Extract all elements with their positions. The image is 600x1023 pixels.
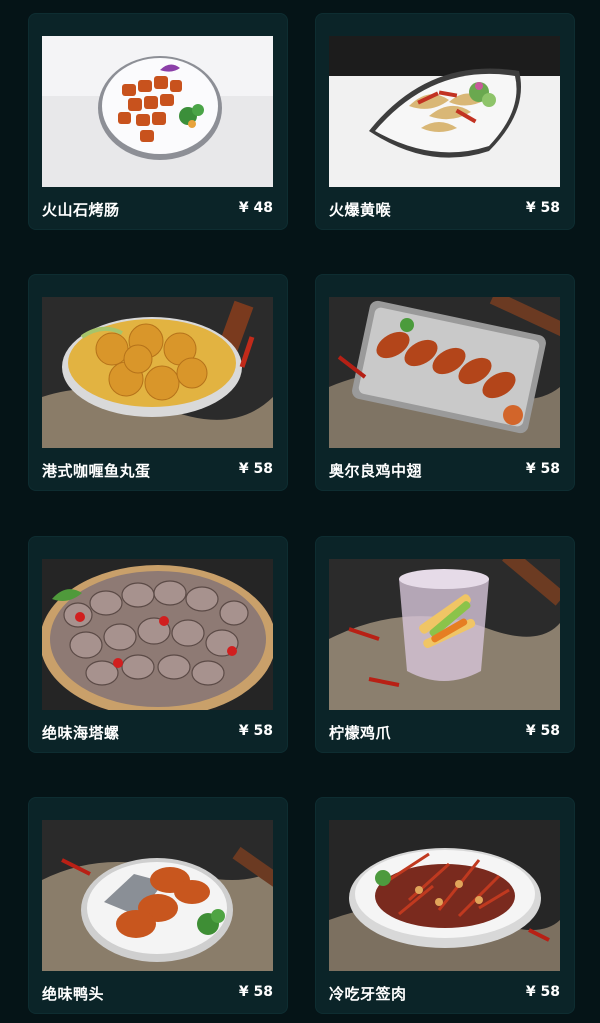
menu-card[interactable]: 港式咖喱鱼丸蛋 ¥ 58 xyxy=(28,274,288,491)
dish-name: 火爆黄喉 xyxy=(329,201,392,219)
menu-card[interactable]: 火爆黄喉 ¥ 58 xyxy=(315,13,575,230)
dish-photo xyxy=(42,559,273,710)
menu-card[interactable]: 柠檬鸡爪 ¥ 58 xyxy=(315,536,575,753)
menu-grid: 火山石烤肠 ¥ 48 火爆黄喉 ¥ 58 港式咖喱鱼丸蛋 ¥ 58 奥尔良鸡中翅… xyxy=(0,0,600,1023)
dish-name: 奥尔良鸡中翅 xyxy=(329,462,423,480)
dish-name: 绝味鸭头 xyxy=(42,985,105,1003)
menu-card[interactable]: 绝味海塔螺 ¥ 58 xyxy=(28,536,288,753)
menu-card[interactable]: 冷吃牙签肉 ¥ 58 xyxy=(315,797,575,1014)
dish-price: ¥ 58 xyxy=(525,723,560,739)
dish-photo xyxy=(329,297,560,448)
dish-price: ¥ 58 xyxy=(525,461,560,477)
dish-price: ¥ 48 xyxy=(238,200,273,216)
dish-name: 柠檬鸡爪 xyxy=(329,724,392,742)
dish-photo xyxy=(329,820,560,971)
dish-photo xyxy=(42,36,273,187)
menu-card[interactable]: 绝味鸭头 ¥ 58 xyxy=(28,797,288,1014)
dish-price: ¥ 58 xyxy=(238,984,273,1000)
dish-photo xyxy=(329,559,560,710)
dish-price: ¥ 58 xyxy=(525,200,560,216)
menu-card[interactable]: 奥尔良鸡中翅 ¥ 58 xyxy=(315,274,575,491)
dish-price: ¥ 58 xyxy=(238,723,273,739)
dish-name: 绝味海塔螺 xyxy=(42,724,120,742)
dish-photo xyxy=(42,820,273,971)
dish-name: 冷吃牙签肉 xyxy=(329,985,407,1003)
dish-photo xyxy=(42,297,273,448)
dish-price: ¥ 58 xyxy=(525,984,560,1000)
dish-name: 火山石烤肠 xyxy=(42,201,120,219)
menu-card[interactable]: 火山石烤肠 ¥ 48 xyxy=(28,13,288,230)
dish-name: 港式咖喱鱼丸蛋 xyxy=(42,462,151,480)
dish-photo xyxy=(329,36,560,187)
dish-price: ¥ 58 xyxy=(238,461,273,477)
